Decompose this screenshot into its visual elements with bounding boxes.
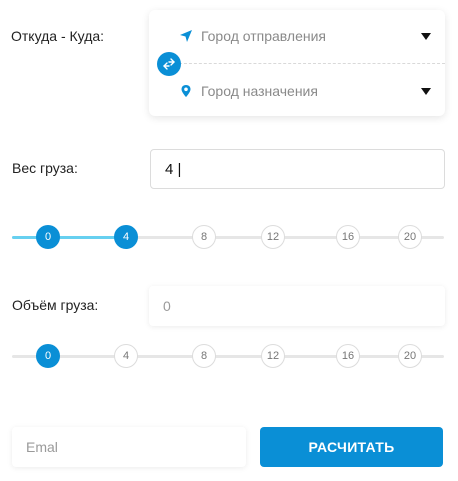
- slider-tick[interactable]: 0: [36, 225, 60, 249]
- volume-input[interactable]: 0: [149, 286, 445, 326]
- route-label: Откуда - Куда:: [11, 28, 105, 44]
- volume-label: Объём груза:: [12, 297, 99, 313]
- email-input[interactable]: Emal: [12, 427, 246, 467]
- slider-tick[interactable]: 0: [36, 344, 60, 368]
- weight-input[interactable]: 4 |: [150, 149, 445, 189]
- weight-slider[interactable]: 0 4 8 12 16 20: [12, 222, 444, 252]
- slider-tick[interactable]: 20: [398, 225, 422, 249]
- to-city-select[interactable]: Город назначения: [149, 65, 445, 117]
- slider-tick[interactable]: 8: [192, 344, 216, 368]
- route-divider: [179, 63, 445, 64]
- from-city-placeholder: Город отправления: [201, 28, 327, 44]
- slider-tick[interactable]: 4: [114, 225, 138, 249]
- swap-cities-button[interactable]: [157, 52, 181, 76]
- slider-fill: [12, 236, 126, 239]
- to-city-placeholder: Город назначения: [201, 83, 318, 99]
- calculate-button[interactable]: РАСЧИТАТЬ: [260, 427, 443, 467]
- slider-tick[interactable]: 16: [336, 225, 360, 249]
- chevron-down-icon: [421, 87, 431, 95]
- slider-tick[interactable]: 12: [261, 225, 285, 249]
- weight-label: Вес груза:: [12, 160, 78, 176]
- slider-track: [12, 355, 444, 358]
- location-pin-icon: [181, 85, 191, 97]
- chevron-down-icon: [421, 32, 431, 40]
- slider-tick[interactable]: 20: [398, 344, 422, 368]
- slider-tick[interactable]: 16: [336, 344, 360, 368]
- volume-slider[interactable]: 0 4 8 12 16 20: [12, 341, 444, 371]
- navigation-arrow-icon: [180, 30, 192, 42]
- slider-tick[interactable]: 8: [192, 225, 216, 249]
- from-city-select[interactable]: Город отправления: [149, 10, 445, 62]
- swap-arrows-icon: [163, 58, 175, 70]
- slider-tick[interactable]: 12: [261, 344, 285, 368]
- route-card: Город отправления Город назначения: [149, 10, 445, 116]
- slider-tick[interactable]: 4: [114, 344, 138, 368]
